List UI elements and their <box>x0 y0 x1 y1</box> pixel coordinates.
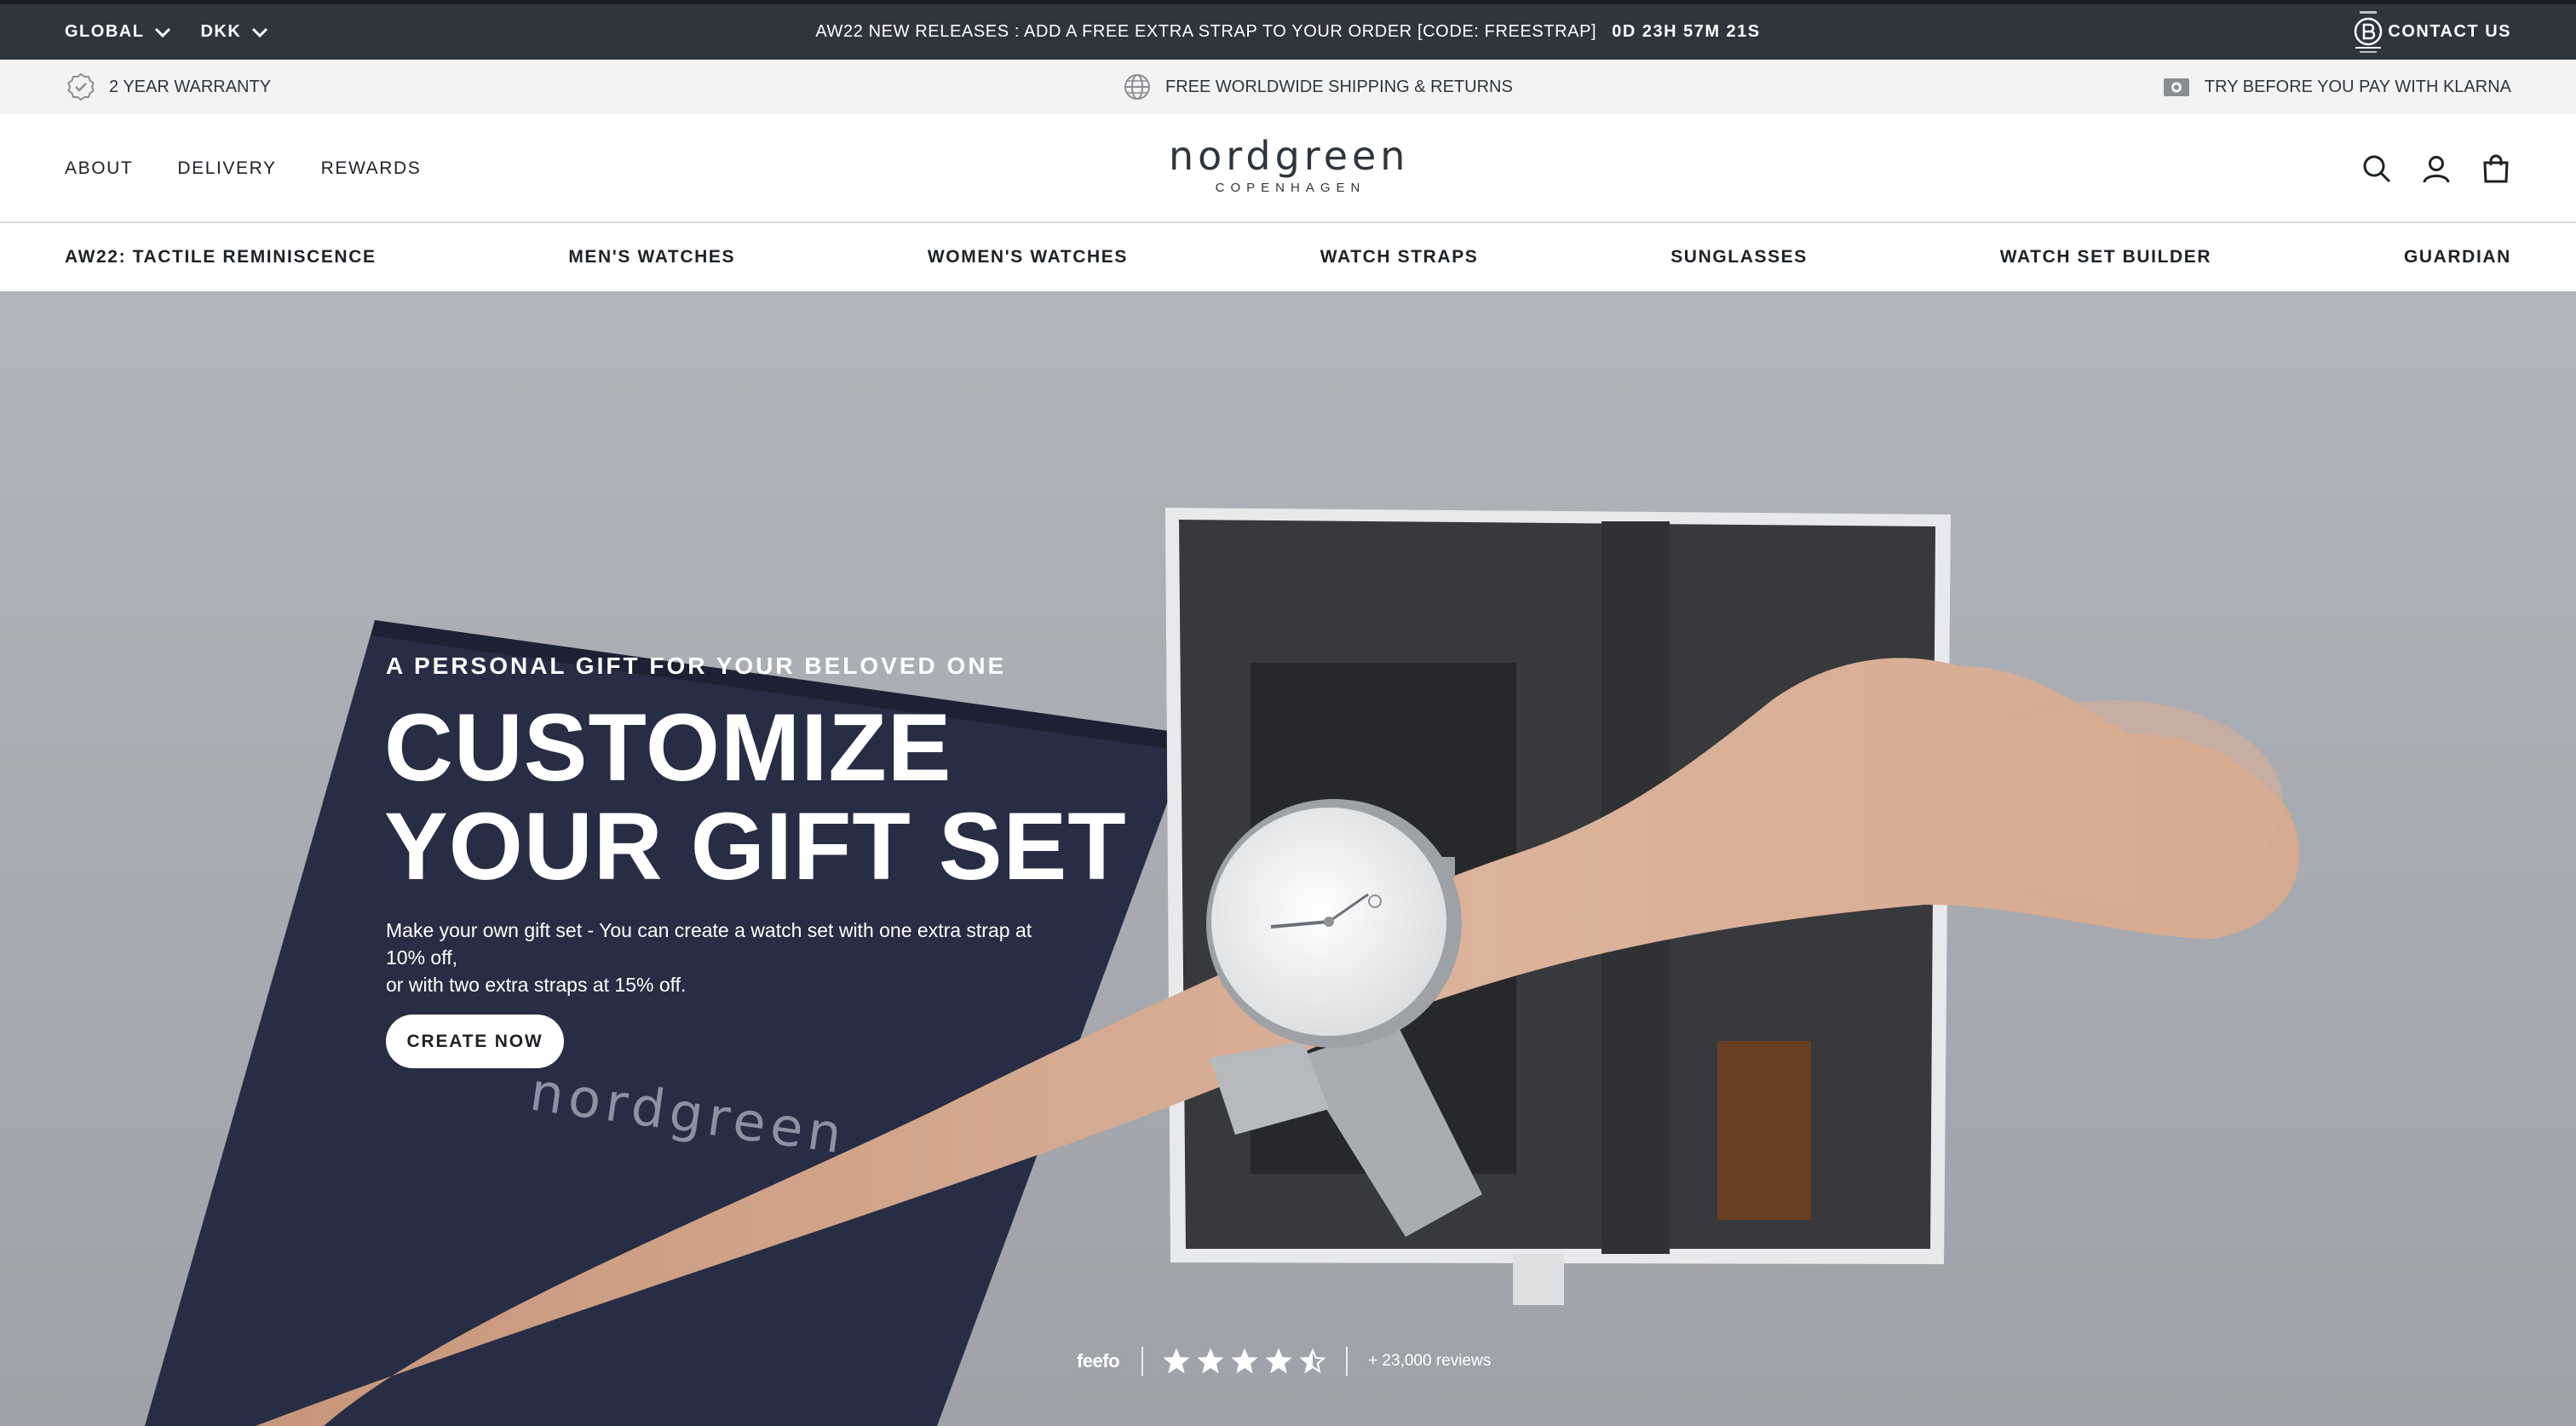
usp-warranty-label: 2 YEAR WARRANTY <box>109 77 272 96</box>
usp-bar: 2 YEAR WARRANTY FREE WORLDWIDE SHIPPING … <box>0 60 2576 114</box>
announcement-bar: GLOBAL DKK AW22 NEW RELEASES : ADD A FRE… <box>0 0 2576 60</box>
category-watch-set-builder[interactable]: WATCH SET BUILDER <box>2000 247 2211 267</box>
promo-countdown: 0D 23H 57M 21S <box>1612 22 1761 41</box>
category-womens-watches[interactable]: WOMEN'S WATCHES <box>928 247 1128 267</box>
nav-rewards[interactable]: REWARDS <box>321 158 422 179</box>
category-aw22[interactable]: AW22: TACTILE REMINISCENCE <box>65 247 377 267</box>
star-full-icon <box>1198 1348 1224 1374</box>
star-half-icon <box>1300 1348 1326 1374</box>
review-count: + 23,000 reviews <box>1368 1352 1492 1370</box>
hero-headline-line-2: YOUR GIFT SET <box>384 793 1127 900</box>
review-summary[interactable]: feefo + 23,000 reviews <box>1077 1344 1491 1378</box>
hero-kicker: A PERSONAL GIFT FOR YOUR BELOVED ONE <box>386 653 1007 679</box>
search-icon[interactable] <box>2361 153 2392 184</box>
star-full-icon <box>1164 1348 1190 1374</box>
promo-text: AW22 NEW RELEASES : ADD A FREE EXTRA STR… <box>815 22 1597 41</box>
category-mens-watches[interactable]: MEN'S WATCHES <box>568 247 735 267</box>
category-nav: AW22: TACTILE REMINISCENCE MEN'S WATCHES… <box>0 223 2576 291</box>
usp-shipping: FREE WORLDWIDE SHIPPING & RETURNS <box>1123 60 1513 114</box>
nordgreen-logo[interactable]: nordgreen COPENHAGEN <box>1169 133 1407 210</box>
usp-warranty: 2 YEAR WARRANTY <box>66 60 271 114</box>
promo-message: AW22 NEW RELEASES : ADD A FREE EXTRA STR… <box>0 4 2576 60</box>
bag-icon[interactable] <box>2481 153 2511 184</box>
hero-headline-line-1: CUSTOMIZE <box>384 694 952 801</box>
header-icons <box>2361 114 2511 223</box>
star-full-icon <box>1232 1348 1258 1374</box>
star-full-icon <box>1266 1348 1292 1374</box>
category-sunglasses[interactable]: SUNGLASSES <box>1670 247 1808 267</box>
b-corp-certified-icon <box>2348 8 2389 55</box>
star-rating <box>1143 1348 1346 1374</box>
category-guardian[interactable]: GUARDIAN <box>2404 247 2511 267</box>
contact-us-link[interactable]: CONTACT US <box>2388 4 2511 60</box>
header-nav: ABOUT DELIVERY REWARDS <box>65 114 421 223</box>
nav-delivery[interactable]: DELIVERY <box>177 158 276 179</box>
review-divider <box>1141 1347 1144 1376</box>
create-now-button[interactable]: CREATE NOW <box>386 1015 564 1068</box>
main-header: ABOUT DELIVERY REWARDS nordgreen COPENHA… <box>0 114 2576 223</box>
usp-shipping-label: FREE WORLDWIDE SHIPPING & RETURNS <box>1165 77 1513 96</box>
review-divider <box>1346 1347 1348 1376</box>
logo-subtitle: COPENHAGEN <box>1215 181 1366 195</box>
hero-description-line-2: or with two extra straps at 15% off. <box>386 974 687 996</box>
hero-headline: CUSTOMIZE YOUR GIFT SET <box>384 699 1127 896</box>
usp-klarna-label: TRY BEFORE YOU PAY WITH KLARNA <box>2204 77 2511 96</box>
hero-banner: nordgreen A PERSONAL GIFT FOR YOUR BELOV… <box>0 291 2576 1426</box>
hero-description: Make your own gift set - You can create … <box>386 917 1033 998</box>
klarna-card-icon <box>2163 78 2189 96</box>
check-badge-icon <box>67 72 95 101</box>
nav-about[interactable]: ABOUT <box>65 158 133 179</box>
account-icon[interactable] <box>2421 153 2452 184</box>
logo-wordmark: nordgreen <box>1169 133 1410 179</box>
feefo-logo: feefo <box>1077 1350 1120 1371</box>
globe-icon <box>1124 74 1150 100</box>
category-watch-straps[interactable]: WATCH STRAPS <box>1320 247 1479 267</box>
hero-description-line-1: Make your own gift set - You can create … <box>386 919 1032 969</box>
usp-klarna: TRY BEFORE YOU PAY WITH KLARNA <box>2162 60 2511 114</box>
